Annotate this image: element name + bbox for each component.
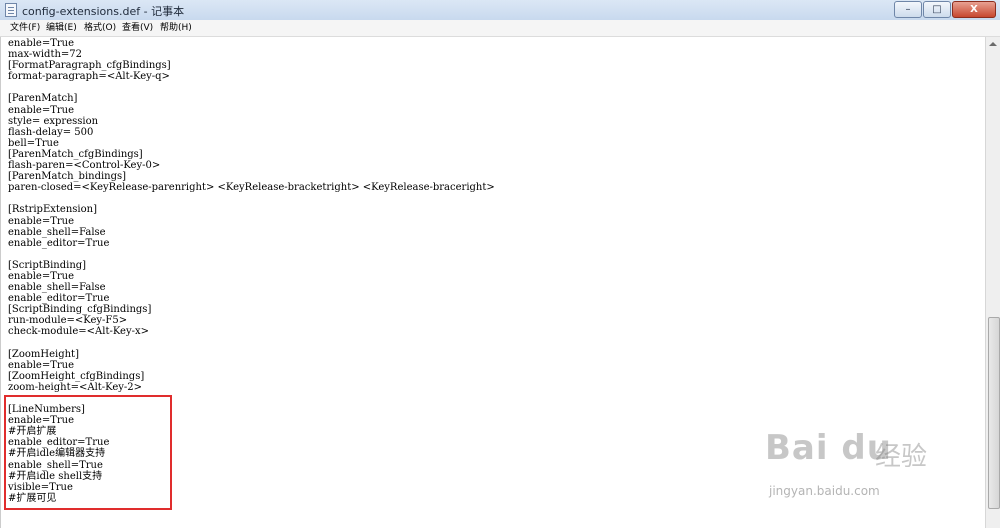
scroll-up-arrow-icon[interactable]: [986, 37, 1000, 51]
window-title: config-extensions.def - 记事本: [22, 5, 185, 18]
vertical-scrollbar[interactable]: [985, 37, 1000, 528]
minimize-button[interactable]: –: [894, 1, 922, 18]
scrollbar-thumb[interactable]: [988, 317, 1000, 509]
menu-format[interactable]: 格式(O): [84, 21, 116, 35]
title-bar[interactable]: config-extensions.def - 记事本 – □ X: [0, 0, 1000, 21]
linenumbers-highlight-box: [4, 395, 172, 510]
menu-help[interactable]: 帮助(H): [160, 21, 192, 35]
notepad-icon: [5, 3, 17, 17]
maximize-button[interactable]: □: [923, 1, 951, 18]
close-button[interactable]: X: [952, 1, 996, 18]
menu-bar: 文件(F) 编辑(E) 格式(O) 查看(V) 帮助(H): [0, 20, 1000, 37]
menu-view[interactable]: 查看(V): [122, 21, 153, 35]
window-controls: – □ X: [893, 1, 996, 18]
menu-file[interactable]: 文件(F): [10, 21, 40, 35]
menu-edit[interactable]: 编辑(E): [46, 21, 77, 35]
